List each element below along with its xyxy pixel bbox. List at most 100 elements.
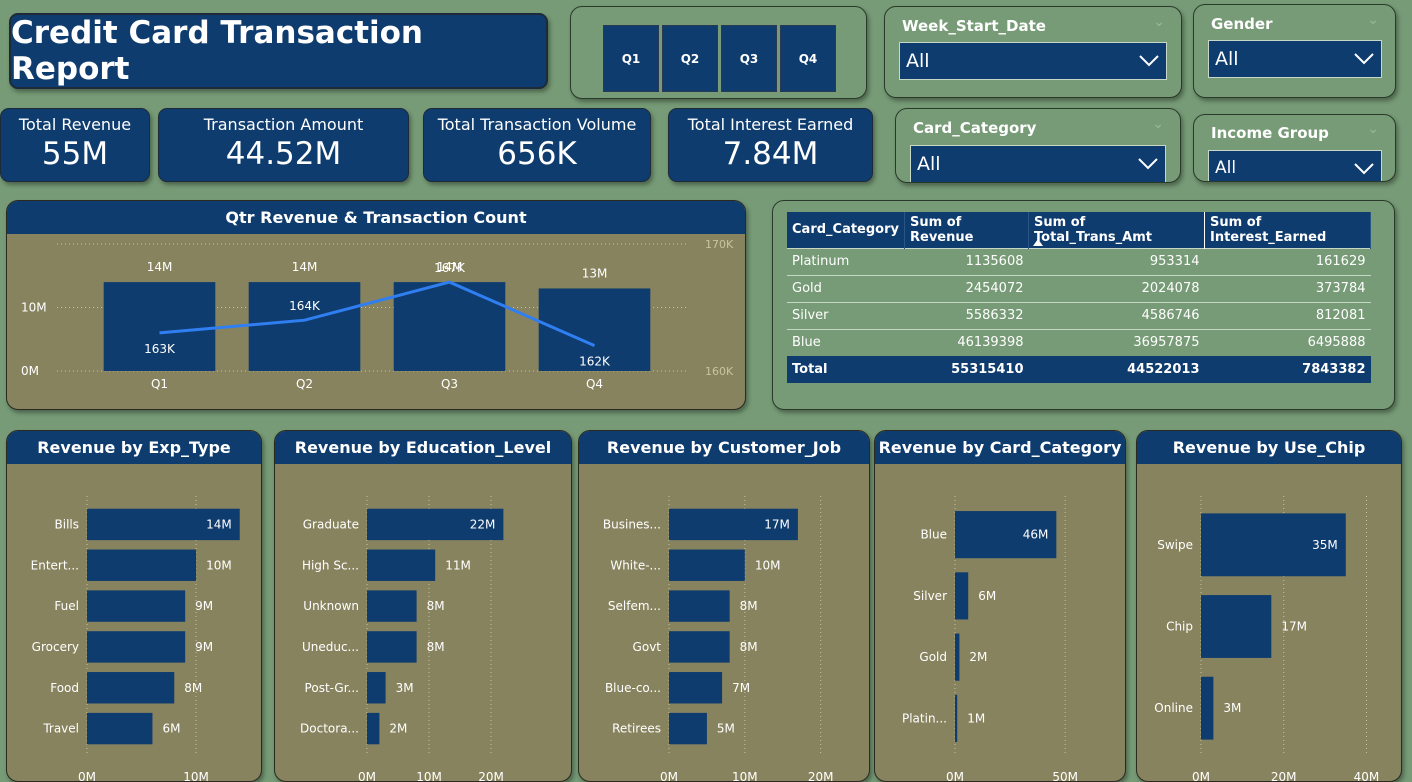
kpi-label: Total Transaction Volume bbox=[437, 115, 637, 134]
quarter-button-q3[interactable]: Q3 bbox=[721, 25, 777, 92]
kpi-label: Transaction Amount bbox=[203, 115, 364, 134]
table-cell: 6495888 bbox=[1204, 328, 1371, 356]
x-tick-label: Q2 bbox=[296, 377, 313, 391]
category-label: Blue-co... bbox=[605, 681, 661, 695]
bar[interactable] bbox=[1201, 676, 1214, 740]
kpi-value: 7.84M bbox=[722, 136, 819, 172]
y2-tick-label: 170K bbox=[705, 238, 734, 251]
table-cell: 36957875 bbox=[1028, 328, 1205, 356]
quarter-button-q2[interactable]: Q2 bbox=[662, 25, 718, 92]
transaction-count-line[interactable] bbox=[159, 280, 596, 347]
chevron-down-icon[interactable]: ⌄ bbox=[1153, 14, 1165, 30]
bar[interactable] bbox=[955, 633, 960, 681]
income-group-value: All bbox=[1215, 158, 1237, 178]
bar[interactable] bbox=[248, 282, 361, 371]
bar[interactable] bbox=[87, 590, 186, 622]
x-tick-label: 40M bbox=[1354, 770, 1380, 782]
bar-data-label: 10M bbox=[755, 558, 781, 572]
bar[interactable] bbox=[87, 549, 197, 581]
table-cell: 1135608 bbox=[904, 247, 1029, 275]
bar-data-label: 3M bbox=[1223, 701, 1241, 715]
quarter-button-q1[interactable]: Q1 bbox=[603, 25, 659, 92]
x-tick-label: 0M bbox=[660, 770, 678, 782]
bar[interactable] bbox=[669, 672, 723, 704]
bar[interactable] bbox=[367, 631, 417, 663]
category-label: Fuel bbox=[54, 599, 79, 613]
category-label: Platin... bbox=[902, 711, 947, 725]
chevron-down-icon bbox=[1354, 53, 1374, 65]
kpi-total-interest-earned: Total Interest Earned 7.84M bbox=[668, 108, 873, 182]
kpi-total-revenue: Total Revenue 55M bbox=[0, 108, 150, 182]
bar-data-label: 9M bbox=[195, 599, 213, 613]
bar[interactable] bbox=[669, 549, 745, 581]
category-label: Travel bbox=[42, 722, 79, 736]
category-label: Uneduc... bbox=[302, 640, 359, 654]
category-label: Online bbox=[1154, 701, 1193, 715]
chart-title: Revenue by Use_Chip bbox=[1137, 431, 1401, 464]
week-start-date-value: All bbox=[906, 50, 930, 72]
week-start-date-dropdown[interactable]: All bbox=[899, 42, 1167, 80]
chevron-down-icon[interactable]: ⌄ bbox=[1367, 121, 1379, 137]
report-title-card: Credit Card Transaction Report bbox=[9, 13, 548, 89]
card-category-label: Card_Category bbox=[913, 119, 1037, 137]
bar[interactable] bbox=[393, 282, 506, 371]
x-tick-label: 10M bbox=[732, 770, 758, 782]
bar[interactable] bbox=[669, 712, 707, 745]
category-label: Unknown bbox=[303, 599, 359, 613]
bar[interactable] bbox=[955, 572, 969, 620]
bar[interactable] bbox=[103, 282, 216, 371]
table-row: Blue 46139398 36957875 6495888 bbox=[787, 328, 1371, 356]
table-cell: 161629 bbox=[1204, 247, 1371, 275]
column-header-sorted[interactable]: Sum of Total_Trans_Amt bbox=[1028, 212, 1205, 248]
bar-data-label: 14M bbox=[206, 517, 232, 531]
bar[interactable] bbox=[367, 712, 380, 745]
y2-tick-label: 160K bbox=[705, 365, 734, 378]
income-group-label: Income Group bbox=[1211, 124, 1329, 142]
bar[interactable] bbox=[87, 672, 175, 704]
report-title: Credit Card Transaction Report bbox=[11, 15, 424, 87]
income-group-slicer: Income Group ⌄ All bbox=[1193, 114, 1396, 182]
gender-slicer: Gender ⌄ All bbox=[1193, 4, 1396, 98]
bar[interactable] bbox=[669, 631, 730, 663]
table-cell: Platinum bbox=[787, 247, 905, 275]
gender-dropdown[interactable]: All bbox=[1208, 40, 1382, 78]
x-tick-label: 20M bbox=[478, 770, 504, 782]
bar-data-label: 17M bbox=[1281, 620, 1307, 634]
gender-value: All bbox=[1215, 48, 1239, 70]
table-cell: 55315410 bbox=[904, 356, 1029, 383]
column-header[interactable]: Sum of Revenue bbox=[904, 212, 1029, 248]
chevron-down-icon[interactable]: ⌄ bbox=[1367, 12, 1379, 28]
hbar-chart-svg: 0M 20M 40M Swipe 35M Chip 17M Online 3M bbox=[1154, 496, 1380, 782]
bar[interactable] bbox=[1201, 595, 1272, 658]
hbar-chart-svg: 0M 50M Blue 46M Silver 6M Gold 2M Platin... 1M bbox=[902, 496, 1078, 781]
column-header-label: Sum of Total_Trans_Amt bbox=[1034, 214, 1152, 245]
line-data-label: 167K bbox=[434, 261, 466, 275]
chevron-down-icon bbox=[1354, 163, 1374, 175]
bar[interactable] bbox=[367, 590, 417, 622]
bar[interactable] bbox=[669, 590, 730, 622]
chevron-down-icon bbox=[1138, 158, 1158, 170]
bar[interactable] bbox=[367, 549, 436, 581]
bar[interactable] bbox=[87, 631, 186, 663]
bar[interactable] bbox=[367, 672, 386, 704]
x-tick-label: 10M bbox=[183, 770, 209, 782]
bar-data-label: 46M bbox=[1023, 528, 1049, 542]
bar-data-label: 35M bbox=[1312, 538, 1338, 552]
bar-data-label: 7M bbox=[732, 681, 750, 695]
column-header[interactable]: Card_Category bbox=[787, 212, 905, 248]
income-group-dropdown[interactable]: All bbox=[1208, 150, 1382, 181]
bar[interactable] bbox=[955, 694, 958, 742]
week-start-date-slicer: Week_Start_Date ⌄ All bbox=[884, 6, 1182, 98]
category-label: Bills bbox=[55, 517, 80, 531]
card-category-dropdown[interactable]: All bbox=[910, 145, 1166, 182]
revenue-by-use-chip-chart: Revenue by Use_Chip 0M 20M 40M Swipe 35M Chip… bbox=[1136, 430, 1402, 782]
x-tick-label: 0M bbox=[358, 770, 376, 782]
chevron-down-icon[interactable]: ⌄ bbox=[1152, 116, 1164, 132]
table-cell: Silver bbox=[787, 301, 905, 329]
quarter-button-q4[interactable]: Q4 bbox=[780, 25, 836, 92]
kpi-value: 656K bbox=[497, 136, 577, 172]
table-cell: 812081 bbox=[1204, 301, 1371, 329]
column-header[interactable]: Sum of Interest_Earned bbox=[1204, 212, 1371, 248]
bar[interactable] bbox=[87, 712, 153, 745]
table-cell: 46139398 bbox=[904, 328, 1029, 356]
